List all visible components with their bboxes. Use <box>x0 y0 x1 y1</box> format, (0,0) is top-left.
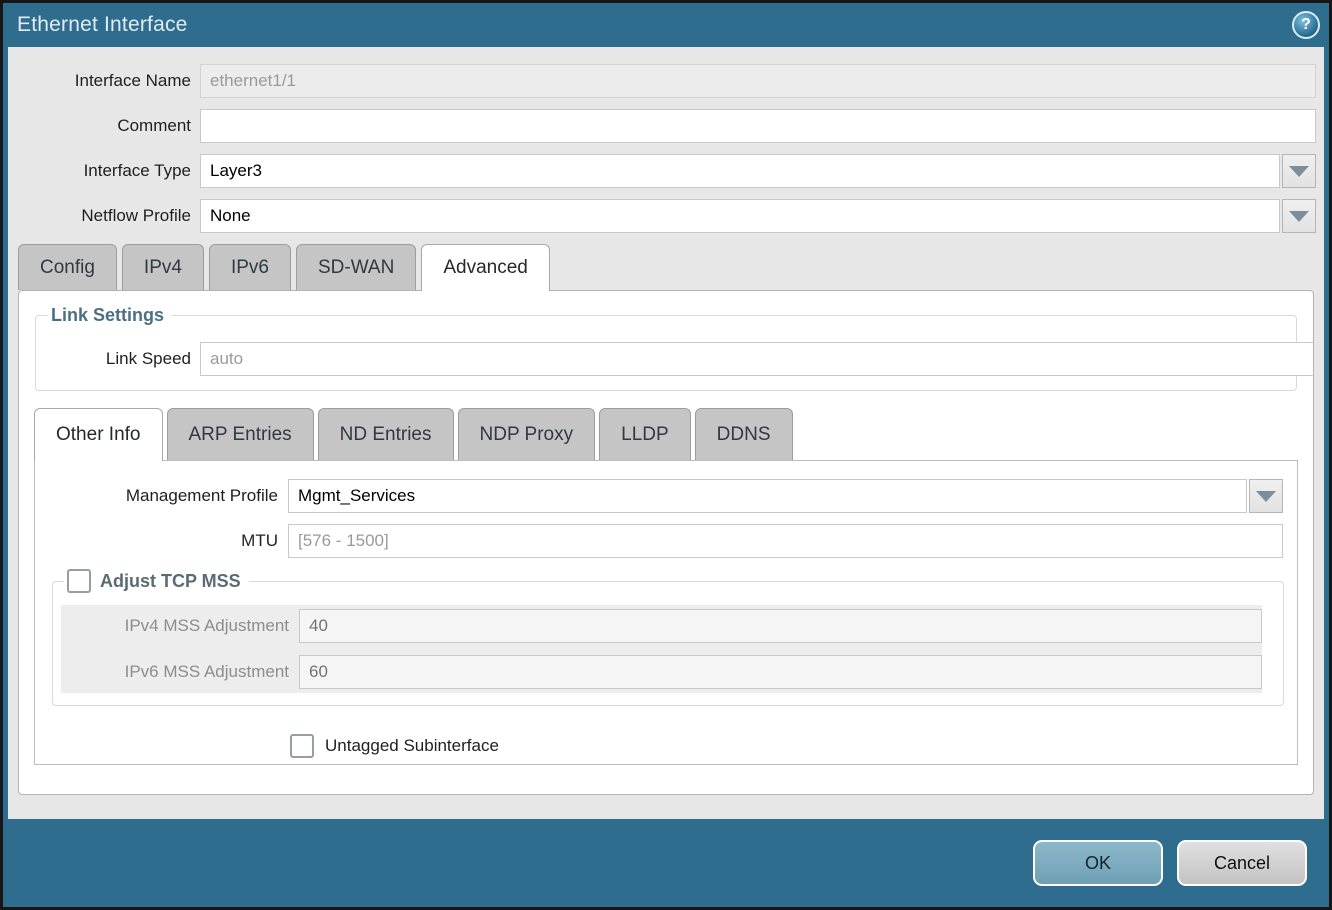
management-profile-field[interactable] <box>288 479 1247 513</box>
dropdown-arrow-icon <box>1256 491 1276 502</box>
netflow-profile-field[interactable] <box>200 199 1280 233</box>
ipv4-mss-row: IPv4 MSS Adjustment <box>61 609 1262 643</box>
link-speed-label: Link Speed <box>36 349 200 369</box>
ok-button[interactable]: OK <box>1033 840 1163 886</box>
tab-ipv4[interactable]: IPv4 <box>122 244 204 290</box>
dialog-title: Ethernet Interface <box>17 13 188 37</box>
cancel-button[interactable]: Cancel <box>1177 840 1307 886</box>
main-tab-bar: Config IPv4 IPv6 SD-WAN Advanced <box>18 244 1324 290</box>
sub-tab-bar: Other Info ARP Entries ND Entries NDP Pr… <box>34 408 1313 460</box>
help-icon[interactable]: ? <box>1292 11 1320 39</box>
dropdown-arrow-icon <box>1289 211 1309 222</box>
untagged-subinterface-row: Untagged Subinterface <box>290 734 1297 758</box>
top-form: Interface Name Comment Interface Type Ne… <box>8 47 1324 233</box>
management-profile-dropdown-button[interactable] <box>1249 479 1283 513</box>
comment-field[interactable] <box>200 109 1316 143</box>
link-settings-legend: Link Settings <box>48 305 172 326</box>
dropdown-arrow-icon <box>1289 166 1309 177</box>
mss-disabled-panel: IPv4 MSS Adjustment IPv6 MSS Adjustment <box>61 605 1262 693</box>
interface-name-field <box>200 64 1316 98</box>
interface-type-label: Interface Type <box>8 161 200 181</box>
link-settings-row: Link Speed Link Duplex Link State <box>36 342 1286 376</box>
link-speed-field[interactable] <box>200 342 1314 376</box>
title-bar: Ethernet Interface ? <box>3 3 1329 47</box>
interface-type-combo <box>200 154 1316 188</box>
adjust-tcp-mss-legend: Adjust TCP MSS <box>64 569 249 593</box>
interface-name-row: Interface Name <box>8 64 1316 98</box>
untagged-subinterface-label: Untagged Subinterface <box>325 736 499 756</box>
tab-ddns[interactable]: DDNS <box>695 408 793 460</box>
interface-name-label: Interface Name <box>8 71 200 91</box>
netflow-profile-row: Netflow Profile <box>8 199 1316 233</box>
ipv4-mss-label: IPv4 MSS Adjustment <box>61 616 299 636</box>
dialog-body: Interface Name Comment Interface Type Ne… <box>8 47 1324 819</box>
tab-sd-wan[interactable]: SD-WAN <box>296 244 416 290</box>
dialog-footer: OK Cancel <box>3 819 1329 907</box>
tab-other-info[interactable]: Other Info <box>34 408 163 461</box>
ipv6-mss-row: IPv6 MSS Adjustment <box>61 655 1262 689</box>
advanced-tab-panel: Link Settings Link Speed Link Duplex Lin… <box>18 290 1314 795</box>
interface-type-row: Interface Type <box>8 154 1316 188</box>
mtu-row: MTU <box>35 524 1283 558</box>
untagged-subinterface-checkbox[interactable] <box>290 734 314 758</box>
ethernet-interface-dialog: Ethernet Interface ? Interface Name Comm… <box>0 0 1332 910</box>
comment-row: Comment <box>8 109 1316 143</box>
ipv4-mss-field <box>299 609 1262 643</box>
tab-arp-entries[interactable]: ARP Entries <box>167 408 314 460</box>
netflow-profile-dropdown-button[interactable] <box>1282 199 1316 233</box>
adjust-tcp-mss-checkbox[interactable] <box>67 569 91 593</box>
management-profile-combo <box>288 479 1283 513</box>
netflow-profile-combo <box>200 199 1316 233</box>
tab-advanced[interactable]: Advanced <box>421 244 550 291</box>
adjust-tcp-mss-label: Adjust TCP MSS <box>100 571 241 592</box>
interface-type-field[interactable] <box>200 154 1280 188</box>
other-info-panel: Management Profile MTU Adjust <box>34 460 1298 765</box>
adjust-tcp-mss-fieldset: Adjust TCP MSS IPv4 MSS Adjustment IPv6 … <box>52 569 1284 706</box>
tab-nd-entries[interactable]: ND Entries <box>318 408 454 460</box>
ipv6-mss-label: IPv6 MSS Adjustment <box>61 662 299 682</box>
comment-label: Comment <box>8 116 200 136</box>
tab-config[interactable]: Config <box>18 244 117 290</box>
ipv6-mss-field <box>299 655 1262 689</box>
management-profile-row: Management Profile <box>35 479 1283 513</box>
mtu-label: MTU <box>35 531 288 551</box>
netflow-profile-label: Netflow Profile <box>8 206 200 226</box>
interface-type-dropdown-button[interactable] <box>1282 154 1316 188</box>
management-profile-label: Management Profile <box>35 486 288 506</box>
mtu-field[interactable] <box>288 524 1283 558</box>
tab-ipv6[interactable]: IPv6 <box>209 244 291 290</box>
tab-ndp-proxy[interactable]: NDP Proxy <box>458 408 596 460</box>
tab-lldp[interactable]: LLDP <box>599 408 691 460</box>
link-settings-fieldset: Link Settings Link Speed Link Duplex Lin… <box>35 305 1297 391</box>
